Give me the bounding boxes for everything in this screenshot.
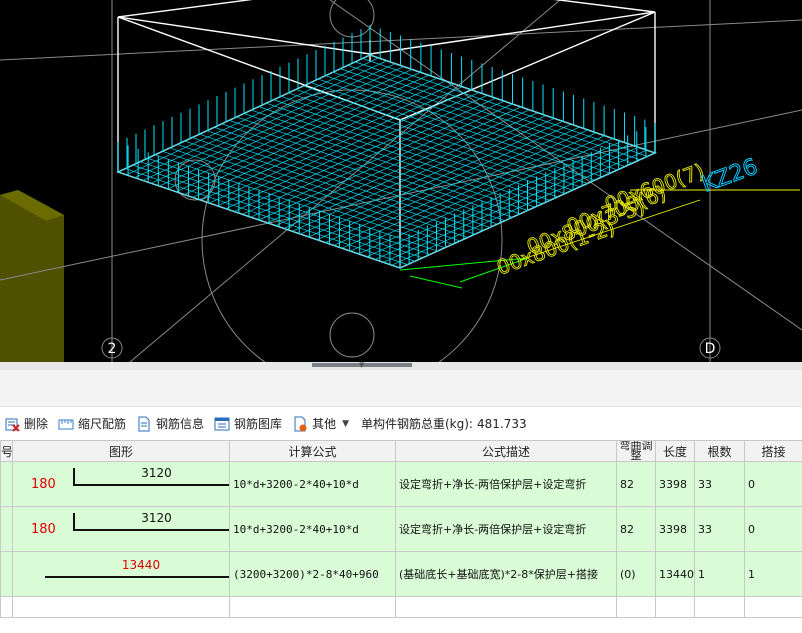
empty-cell	[744, 596, 802, 618]
scale-rebar-button[interactable]: 缩尺配筋	[54, 411, 132, 437]
rebar-library-label: 钢筋图库	[234, 417, 283, 431]
bend-value: 180	[31, 477, 56, 492]
rebar-line	[325, 126, 580, 243]
column-header-count[interactable]: 根数	[694, 440, 745, 462]
rebar-line	[325, 75, 611, 174]
length-cell[interactable]: 3398	[655, 461, 695, 507]
shape-cell[interactable]: 180 3120	[12, 506, 230, 552]
rebar-info-label: 钢筋信息	[156, 417, 205, 431]
secondary-toolbar-band	[0, 370, 802, 407]
rebar-line	[355, 61, 641, 161]
column-header-lap[interactable]: 搭接	[744, 440, 802, 462]
axis-label-d: D	[705, 341, 716, 357]
panel-splitter[interactable]: ▼	[0, 362, 802, 370]
row-number-cell	[0, 506, 13, 552]
rebar-line	[258, 103, 513, 221]
bend-adjust-cell[interactable]: 82	[616, 506, 656, 552]
description-cell[interactable]: 设定弯折+净长-两倍保护层+设定弯折	[395, 461, 617, 507]
total-weight-value: 481.733	[476, 416, 527, 431]
table-row[interactable]: 180 3120 10*d+3200-2*40+10*d 设定弯折+净长-两倍保…	[0, 506, 802, 552]
rebar-library-icon	[214, 416, 230, 432]
column-header-length[interactable]: 长度	[655, 440, 695, 462]
other-menu-button[interactable]: 其他 ▼	[288, 411, 355, 437]
row-number-cell	[0, 461, 13, 507]
scale-rebar-label: 缩尺配筋	[78, 417, 127, 431]
rebar-library-button[interactable]: 钢筋图库	[210, 411, 288, 437]
formula-cell[interactable]: 10*d+3200-2*40+10*d	[229, 506, 396, 552]
rebar-shape-straight	[45, 576, 229, 578]
column-header-bend-adjust[interactable]: 弯曲调整	[616, 440, 656, 462]
count-cell[interactable]: 33	[694, 461, 745, 507]
rebar-line	[267, 106, 522, 224]
rebar-line	[340, 68, 626, 167]
table-row[interactable]: 13440 (3200+3200)*2-8*40+960 (基础底长+基础底宽)…	[0, 551, 802, 597]
table-row-empty[interactable]	[0, 596, 802, 618]
member-label: KZ26	[699, 154, 762, 197]
length-cell[interactable]: 3398	[655, 506, 695, 552]
empty-cell	[655, 596, 695, 618]
length-cell[interactable]: 13440	[655, 551, 695, 597]
column-header-shape[interactable]: 图形	[12, 440, 230, 462]
rebar-info-button[interactable]: 钢筋信息	[132, 411, 210, 437]
table-header-row: 号 图形 计算公式 公式描述 弯曲调整 长度 根数 搭接	[0, 440, 802, 462]
rebar-line	[273, 99, 558, 198]
formula-cell[interactable]: (3200+3200)*2-8*40+960	[229, 551, 396, 597]
3d-viewport[interactable]: ⁣ 00x600(7) 00x700(6) 00x800(3-5) 00x800…	[0, 0, 802, 362]
rebar-line	[362, 58, 648, 157]
rebar-line	[292, 115, 547, 232]
bend-adjust-cell[interactable]: (0)	[616, 551, 656, 597]
lap-cell[interactable]: 0	[744, 461, 802, 507]
shape-cell[interactable]: 13440	[12, 551, 230, 597]
column-header-formula[interactable]: 计算公式	[229, 440, 396, 462]
other-label: 其他	[312, 417, 337, 431]
shape-length: 13440	[121, 558, 161, 572]
rebar-info-icon	[136, 416, 152, 432]
row-number-cell	[0, 551, 13, 597]
description-cell[interactable]: (基础底长+基础底宽)*2-8*保护层+搭接	[395, 551, 617, 597]
lap-cell[interactable]: 1	[744, 551, 802, 597]
delete-label: 删除	[24, 417, 49, 431]
scale-rebar-icon	[58, 416, 74, 432]
viewport-canvas: ⁣ 00x600(7) 00x700(6) 00x800(3-5) 00x800…	[0, 0, 802, 362]
other-icon	[292, 416, 308, 432]
rebar-line	[316, 123, 572, 241]
axis-label-2: 2	[108, 341, 117, 357]
rebar-table: 号 图形 计算公式 公式描述 弯曲调整 长度 根数 搭接 180 3120 10…	[0, 440, 802, 618]
rebar-line	[251, 109, 536, 208]
shape-length: 3120	[141, 466, 172, 480]
column-header-number[interactable]: 号	[0, 440, 13, 462]
empty-cell	[395, 596, 617, 618]
rebar-line	[266, 102, 551, 201]
empty-cell	[616, 596, 656, 618]
lap-cell[interactable]: 0	[744, 506, 802, 552]
bend-adjust-cell[interactable]: 82	[616, 461, 656, 507]
empty-cell	[229, 596, 396, 618]
rebar-line	[347, 64, 633, 164]
formula-cell[interactable]: 10*d+3200-2*40+10*d	[229, 461, 396, 507]
empty-cell	[694, 596, 745, 618]
empty-cell	[0, 596, 13, 618]
count-cell[interactable]: 33	[694, 506, 745, 552]
count-cell[interactable]: 1	[694, 551, 745, 597]
description-cell[interactable]: 设定弯折+净长-两倍保护层+设定弯折	[395, 506, 617, 552]
rebar-toolbar: 删除 缩尺配筋 钢筋信息 钢筋图库 其他 ▼ 单构件钢筋总重(kg): 481.…	[0, 407, 802, 440]
delete-icon	[4, 416, 20, 432]
bend-value: 180	[31, 522, 56, 537]
rebar-line	[300, 118, 555, 235]
shape-cell[interactable]: 180 3120	[12, 461, 230, 507]
empty-cell	[12, 596, 230, 618]
collapse-arrow-icon[interactable]: ▼	[359, 362, 364, 369]
shape-length: 3120	[141, 511, 172, 525]
column-header-description[interactable]: 公式描述	[395, 440, 617, 462]
total-weight-label: 单构件钢筋总重(kg):	[361, 417, 473, 431]
table-row[interactable]: 180 3120 10*d+3200-2*40+10*d 设定弯折+净长-两倍保…	[0, 461, 802, 507]
delete-button[interactable]: 删除	[0, 411, 54, 437]
chevron-down-icon: ▼	[342, 418, 349, 429]
